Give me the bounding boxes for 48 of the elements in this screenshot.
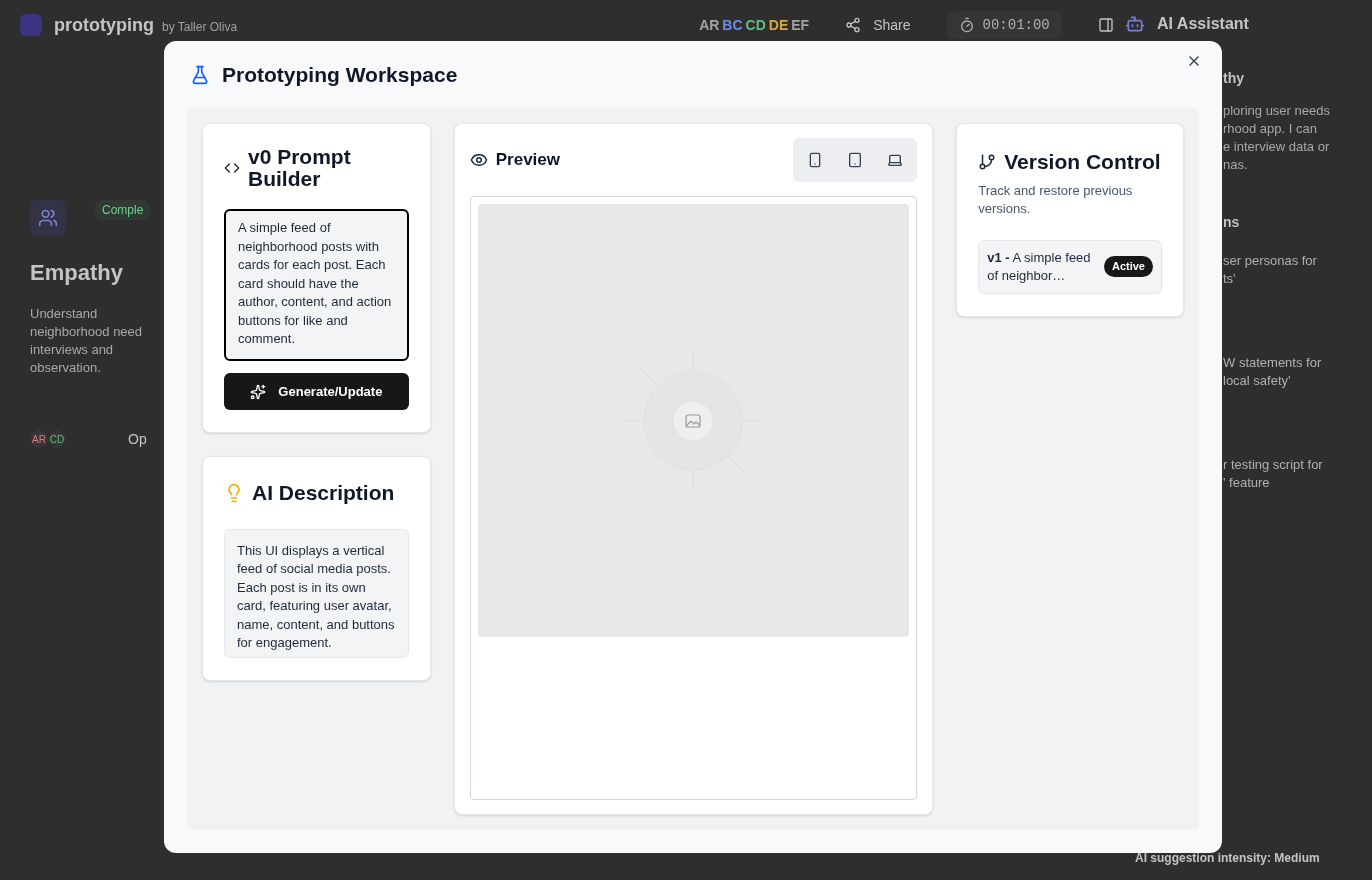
card-title: Preview [495, 149, 560, 172]
collaborator-initials: BC [722, 16, 743, 35]
app-logo [20, 14, 42, 36]
version-label: v1 - A simple feed of neighbor… [987, 248, 1092, 285]
share-button[interactable]: Share [845, 15, 911, 35]
panel-toggle-icon[interactable] [1097, 17, 1114, 33]
collaborator-initials: CD [745, 16, 766, 35]
collaborator-initials: EF [791, 16, 810, 35]
timer-icon [958, 17, 975, 33]
dialog-title: Prototyping Workspace [222, 61, 458, 88]
app-name: prototyping [54, 14, 154, 37]
timer: 00:01:00 [946, 11, 1062, 39]
suggestion-text[interactable]: ser personas for ts' [1223, 252, 1317, 288]
share-icon [845, 17, 862, 33]
sparkles-icon [250, 383, 267, 400]
assistant-message: ploring user needs rhood app. I can e interview data or nas. [1223, 102, 1330, 174]
collaborator-initials: AR [699, 16, 720, 35]
card-title: v0 Prompt Builder [248, 146, 352, 190]
laptop-icon [887, 152, 904, 168]
card-title: Version Control [1004, 149, 1161, 175]
stage-title: Empathy [30, 259, 123, 287]
tablet-icon [847, 152, 864, 168]
card-subtitle: Track and restore previous versions. [978, 181, 1134, 218]
prompt-field[interactable]: A simple feed of neighborhood posts with cards for each post. Each card should have the author, content, and action buttons for like and comment. [224, 209, 409, 361]
flask-icon [190, 64, 210, 85]
section-heading: thy [1223, 69, 1244, 88]
users-icon [30, 200, 66, 236]
intensity-label: AI suggestion intensity: Medium [1135, 850, 1321, 866]
robot-icon [1125, 14, 1145, 34]
open-link[interactable]: Op [128, 429, 147, 449]
card-title: AI Description [252, 480, 395, 506]
code-icon [224, 160, 240, 176]
version-item[interactable]: v1 - A simple feed of neighbor… Active [978, 239, 1162, 294]
byline: by Taller Oliva [162, 19, 238, 35]
suggestion-text[interactable]: r testing script for ' feature [1223, 456, 1323, 492]
generate-button[interactable]: Generate/Update [224, 373, 409, 410]
branch-icon [978, 152, 997, 171]
member-avatar: AR [30, 430, 48, 448]
suggestion-text[interactable]: W statements for local safety' [1223, 354, 1322, 390]
status-badge: Comple [94, 200, 152, 220]
eye-icon [469, 151, 488, 169]
assistant-title: AI Assistant [1157, 14, 1249, 34]
stage-description: Understand neighborhood need interviews and observation. [30, 305, 143, 377]
member-avatar: CD [48, 430, 66, 448]
suggestions-heading: ns [1223, 213, 1240, 232]
description-text: This UI displays a vertical feed of social media posts. Each post is in its own card, featuring user avatar, name, content, and buttons for engagement. [224, 528, 409, 658]
collaborator-initials: DE [768, 16, 789, 35]
active-badge: Active [1103, 256, 1153, 277]
